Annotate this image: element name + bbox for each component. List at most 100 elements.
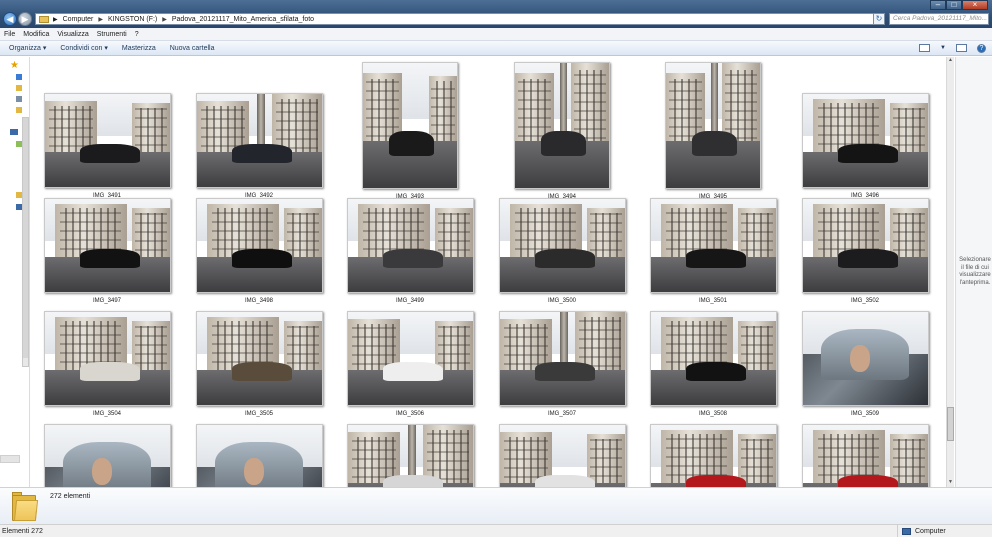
file-thumbnail[interactable]: IMG_3507 bbox=[498, 311, 626, 422]
file-thumbnail[interactable]: IMG_3493 bbox=[346, 62, 474, 205]
desktop-icon[interactable] bbox=[16, 74, 22, 80]
view-options-icon[interactable] bbox=[919, 44, 931, 52]
recent-places-icon[interactable] bbox=[16, 96, 22, 102]
file-thumbnail[interactable] bbox=[649, 424, 777, 487]
file-name-label: IMG_3500 bbox=[547, 298, 577, 304]
breadcrumb-computer[interactable]: Computer bbox=[63, 16, 94, 23]
file-name-label: IMG_3505 bbox=[244, 411, 274, 417]
command-bar: Organizza ▾ Condividi con ▾ Masterizza N… bbox=[0, 41, 992, 56]
menu-file[interactable]: File bbox=[4, 31, 15, 38]
file-thumbnail[interactable] bbox=[43, 424, 171, 487]
photo-preview bbox=[346, 424, 474, 487]
maximize-button[interactable]: □ bbox=[946, 0, 962, 10]
file-thumbnail[interactable]: IMG_3506 bbox=[346, 311, 474, 422]
photo-preview bbox=[514, 62, 610, 189]
navigation-scrollbar[interactable] bbox=[22, 117, 29, 367]
photo-preview bbox=[649, 311, 777, 406]
breadcrumb-folder[interactable]: Padova_20121117_Mito_America_sfilata_fot… bbox=[172, 16, 314, 23]
file-name-label: IMG_3504 bbox=[92, 411, 122, 417]
file-thumbnail[interactable]: IMG_3497 bbox=[43, 198, 171, 309]
file-name-label: IMG_3508 bbox=[698, 411, 728, 417]
forward-button[interactable]: ▶ bbox=[18, 12, 32, 26]
file-thumbnail[interactable]: IMG_3504 bbox=[43, 311, 171, 422]
menu-help[interactable]: ? bbox=[135, 31, 139, 38]
file-thumbnail[interactable]: IMG_3498 bbox=[195, 198, 323, 309]
share-button[interactable]: Condividi con ▾ bbox=[60, 44, 108, 52]
file-thumbnail[interactable] bbox=[346, 424, 474, 487]
libraries-icon[interactable] bbox=[10, 129, 18, 135]
file-name-label: IMG_3498 bbox=[244, 298, 274, 304]
menu-bar: File Modifica Visualizza Strumenti ? bbox=[0, 28, 992, 41]
file-thumbnail[interactable] bbox=[195, 424, 323, 487]
new-folder-button[interactable]: Nuova cartella bbox=[170, 45, 215, 52]
folder-icon bbox=[39, 15, 49, 23]
menu-tools[interactable]: Strumenti bbox=[97, 31, 127, 38]
window-controls: – □ × bbox=[930, 0, 988, 10]
photo-preview bbox=[43, 93, 171, 188]
address-bar[interactable]: ▶ Computer ▶ KINGSTON (F:) ▶ Padova_2012… bbox=[35, 13, 885, 25]
refresh-button[interactable]: ↻ bbox=[873, 13, 885, 25]
file-thumbnail[interactable]: IMG_3509 bbox=[801, 311, 929, 422]
file-thumbnail[interactable]: IMG_3508 bbox=[649, 311, 777, 422]
preview-pane: Selezionare il file di cui visualizzare … bbox=[955, 57, 992, 487]
file-name-label: IMG_3502 bbox=[850, 298, 880, 304]
photo-preview bbox=[43, 311, 171, 406]
scroll-down-icon[interactable]: ▼ bbox=[947, 479, 954, 487]
scroll-up-icon[interactable]: ▲ bbox=[947, 57, 954, 65]
file-thumbnail[interactable]: IMG_3492 bbox=[195, 93, 323, 204]
photo-preview bbox=[498, 311, 626, 406]
scrollbar-thumb[interactable] bbox=[947, 407, 954, 441]
photo-preview bbox=[195, 424, 323, 487]
photo-preview bbox=[362, 62, 458, 189]
folder-icon[interactable] bbox=[16, 107, 22, 113]
chevron-right-icon: ▶ bbox=[162, 16, 167, 23]
menu-view[interactable]: Visualizza bbox=[57, 31, 88, 38]
file-thumbnail[interactable]: IMG_3502 bbox=[801, 198, 929, 309]
preview-message: Selezionare il file di cui visualizzare … bbox=[959, 257, 991, 286]
close-button[interactable]: × bbox=[962, 0, 988, 10]
photo-preview bbox=[801, 424, 929, 487]
photo-preview bbox=[665, 62, 761, 189]
file-name-label: IMG_3509 bbox=[850, 411, 880, 417]
chevron-right-icon: ▶ bbox=[98, 16, 103, 23]
file-thumbnail[interactable]: IMG_3499 bbox=[346, 198, 474, 309]
downloads-icon[interactable] bbox=[16, 85, 22, 91]
scrollbar-thumb[interactable] bbox=[23, 118, 28, 358]
photo-preview bbox=[43, 424, 171, 487]
photo-preview bbox=[498, 198, 626, 293]
back-button[interactable]: ◀ bbox=[3, 12, 17, 26]
file-name-label: IMG_3497 bbox=[92, 298, 122, 304]
file-thumbnail[interactable]: IMG_3496 bbox=[801, 93, 929, 204]
photo-preview bbox=[801, 311, 929, 406]
pane-splitter[interactable] bbox=[0, 455, 20, 463]
preview-pane-icon[interactable] bbox=[956, 44, 967, 52]
photo-preview bbox=[195, 198, 323, 293]
status-zone-label: Computer bbox=[915, 528, 946, 535]
file-thumbnail[interactable] bbox=[498, 424, 626, 487]
file-thumbnail[interactable] bbox=[801, 424, 929, 487]
search-input[interactable]: Cerca Padova_20121117_Mito... bbox=[889, 13, 989, 25]
file-thumbnail[interactable]: IMG_3501 bbox=[649, 198, 777, 309]
photo-preview bbox=[43, 198, 171, 293]
file-thumbnail[interactable]: IMG_3505 bbox=[195, 311, 323, 422]
minimize-button[interactable]: – bbox=[930, 0, 946, 10]
file-thumbnail[interactable]: IMG_3494 bbox=[498, 62, 626, 205]
navigation-pane: ★ bbox=[0, 57, 30, 487]
breadcrumb-drive[interactable]: KINGSTON (F:) bbox=[108, 16, 157, 23]
favorites-star-icon[interactable]: ★ bbox=[10, 61, 19, 71]
title-bar: – □ × ◀ ▶ ▶ Computer ▶ KINGSTON (F:) ▶ P… bbox=[0, 0, 992, 28]
burn-button[interactable]: Masterizza bbox=[122, 45, 156, 52]
file-thumbnail[interactable]: IMG_3500 bbox=[498, 198, 626, 309]
content-scrollbar[interactable]: ▲ ▼ bbox=[946, 57, 954, 487]
menu-edit[interactable]: Modifica bbox=[23, 31, 49, 38]
file-name-label: IMG_3499 bbox=[395, 298, 425, 304]
status-zone: Computer bbox=[897, 525, 946, 537]
file-thumbnail[interactable]: IMG_3491 bbox=[43, 93, 171, 204]
file-thumbnail[interactable]: IMG_3495 bbox=[649, 62, 777, 205]
organize-button[interactable]: Organizza ▾ bbox=[9, 44, 46, 52]
help-icon[interactable]: ? bbox=[977, 43, 986, 53]
item-count: 272 elementi bbox=[50, 493, 91, 500]
chevron-down-icon[interactable]: ▼ bbox=[940, 45, 946, 51]
file-grid: IMG_3491 IMG_3492 IMG_3493 IMG_3494 IMG_3495… bbox=[31, 57, 946, 487]
photo-preview bbox=[498, 424, 626, 487]
